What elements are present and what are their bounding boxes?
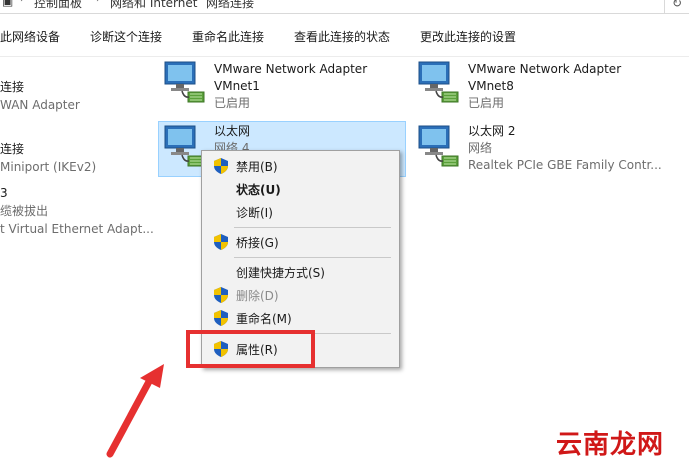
menu-item-bridge[interactable]: 桥接(G) — [202, 231, 399, 253]
chevron-right-icon: › — [192, 0, 196, 5]
menu-item-rename[interactable]: 重命名(M) — [202, 307, 399, 329]
menu-item-label: 桥接(G) — [236, 236, 279, 250]
adapter-name: 以太网 2 — [468, 124, 516, 138]
adapter-name: VMware Network Adapter — [468, 62, 622, 76]
breadcrumb-item-network-internet[interactable]: 网络和 Internet — [110, 0, 197, 11]
refresh-button[interactable]: ↻ — [664, 0, 689, 13]
adapter-name: 连接 — [0, 80, 25, 94]
menu-item-label: 创建快捷方式(S) — [236, 266, 325, 280]
menu-item-status[interactable]: 状态(U) — [202, 178, 399, 200]
breadcrumb: ▣ › 控制面板 › 网络和 Internet › 网络连接 ↻ — [0, 0, 689, 14]
uac-shield-icon — [214, 234, 228, 250]
adapter-name: VMware Network Adapter — [214, 62, 368, 76]
adapter-device: t Virtual Ethernet Adapt... — [0, 222, 154, 236]
menu-separator — [234, 227, 391, 228]
menu-item-label: 禁用(B) — [236, 160, 278, 174]
menu-item-diagnose[interactable]: 诊断(I) — [202, 201, 399, 223]
diagnose-connection-button[interactable]: 诊断这个连接 — [90, 28, 162, 45]
menu-item-label: 删除(D) — [236, 289, 279, 303]
menu-item-label: 状态(U) — [236, 183, 281, 197]
adapter-status: 网络 — [468, 141, 493, 155]
adapter-device: WAN Adapter — [0, 98, 80, 112]
adapter-name: 连接 — [0, 142, 25, 156]
annotation-highlight-box — [186, 330, 315, 368]
menu-item-delete: 删除(D) — [202, 284, 399, 306]
uac-shield-icon — [214, 287, 228, 303]
menu-item-create-shortcut[interactable]: 创建快捷方式(S) — [202, 261, 399, 283]
chevron-right-icon: › — [20, 0, 24, 5]
folder-icon: ▣ — [2, 0, 14, 8]
network-adapter-icon — [164, 61, 205, 103]
menu-item-label: 诊断(I) — [236, 206, 273, 220]
toolbar-divider — [0, 56, 689, 57]
annotation-arrow-icon — [106, 364, 164, 458]
adapter-name-line2: VMnet1 — [214, 79, 260, 93]
chevron-right-icon: › — [96, 0, 100, 5]
adapter-device: Realtek PCIe GBE Family Contr... — [468, 158, 662, 172]
change-settings-button[interactable]: 更改此连接的设置 — [420, 28, 516, 45]
menu-item-label: 重命名(M) — [236, 312, 292, 326]
breadcrumb-item-control-panel[interactable]: 控制面板 — [34, 0, 82, 11]
rename-connection-button[interactable]: 重命名此连接 — [192, 28, 264, 45]
adapter-name: 3 — [0, 186, 8, 200]
uac-shield-icon — [214, 158, 228, 174]
network-adapter-icon — [418, 61, 459, 103]
adapter-status: 已启用 — [468, 96, 505, 110]
adapter-status: 已启用 — [214, 96, 251, 110]
disable-device-button[interactable]: 此网络设备 — [0, 28, 60, 45]
menu-item-disable[interactable]: 禁用(B) — [202, 155, 399, 177]
command-bar: 此网络设备 诊断这个连接 重命名此连接 查看此连接的状态 更改此连接的设置 — [0, 14, 689, 56]
menu-separator — [234, 257, 391, 258]
view-status-button[interactable]: 查看此连接的状态 — [294, 28, 390, 45]
adapter-name-line2: VMnet8 — [468, 79, 514, 93]
watermark: 云南龙网 — [556, 430, 665, 460]
breadcrumb-item-network-connections[interactable]: 网络连接 — [206, 0, 254, 11]
adapter-device: Miniport (IKEv2) — [0, 160, 97, 174]
adapter-status: 缆被拔出 — [0, 204, 49, 218]
uac-shield-icon — [214, 310, 228, 326]
adapter-name: 以太网 — [214, 124, 251, 138]
network-adapter-icon — [418, 125, 459, 167]
